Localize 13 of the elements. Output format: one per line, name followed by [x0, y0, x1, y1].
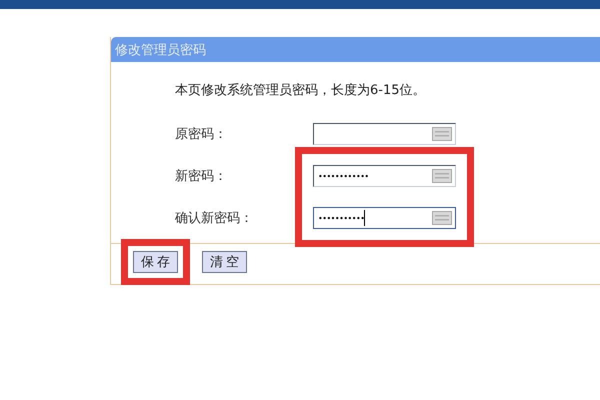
description-text: 本页修改系统管理员密码，长度为6-15位。: [175, 82, 427, 99]
password-field[interactable]: ••••••••••••: [313, 165, 456, 187]
panel-title: 修改管理员密码: [111, 37, 600, 62]
password-field[interactable]: [313, 123, 456, 145]
keyboard-icon[interactable]: [432, 127, 452, 141]
keyboard-icon[interactable]: [432, 211, 452, 225]
form-button[interactable]: 清空: [202, 251, 247, 273]
form-button[interactable]: 保存: [133, 251, 178, 273]
password-field[interactable]: •••••••••••: [313, 207, 456, 229]
keyboard-icon[interactable]: [432, 169, 452, 183]
field-label: 确认新密码：: [175, 210, 254, 227]
field-label: 原密码：: [175, 126, 228, 143]
field-label: 新密码：: [175, 168, 228, 185]
